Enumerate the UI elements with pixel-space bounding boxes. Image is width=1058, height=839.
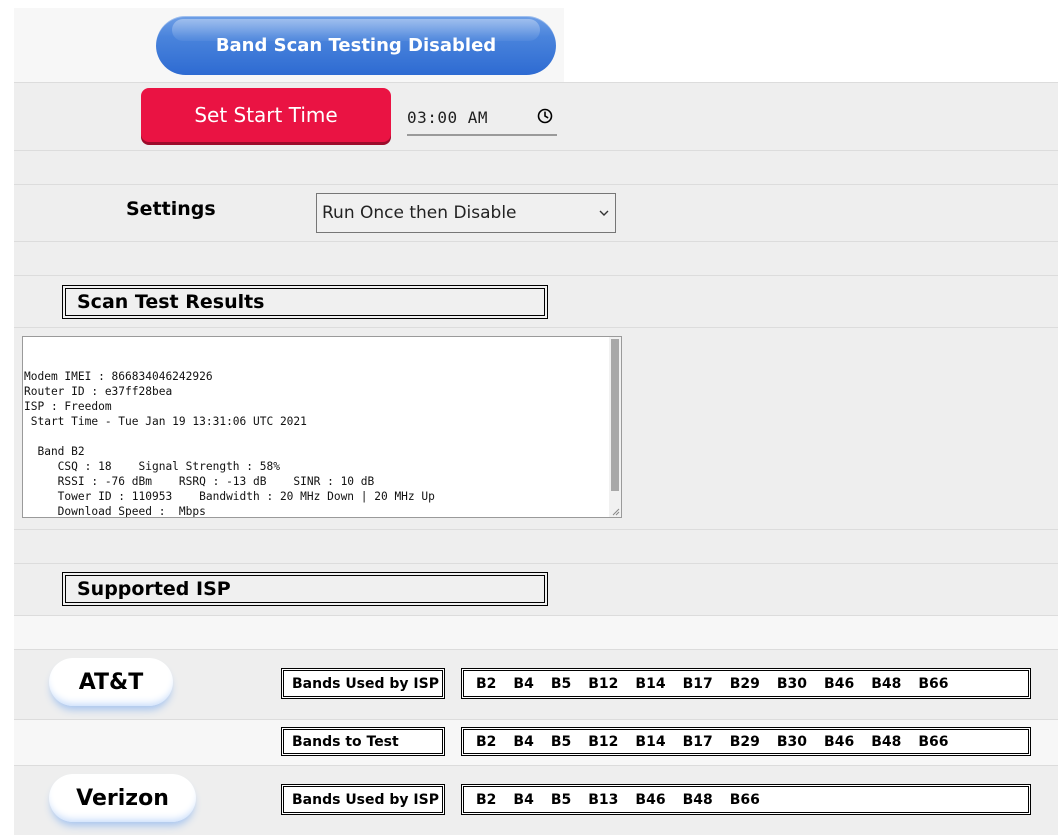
supported-isp-heading: Supported ISP (62, 572, 548, 606)
band-item: B46 (824, 675, 855, 692)
band-item: B2 (476, 675, 497, 692)
band-item: B4 (513, 733, 534, 750)
band-item: B12 (588, 675, 619, 692)
band-item: B17 (682, 675, 713, 692)
spacer-row (14, 241, 1058, 275)
band-item: B17 (682, 733, 713, 750)
band-item: B48 (871, 675, 902, 692)
isp-att-button[interactable]: AT&T (49, 658, 173, 706)
band-item: B14 (635, 675, 666, 692)
band-item: B13 (588, 791, 619, 808)
att-bands-to-test-list[interactable]: B2 B4 B5 B12 B14 B17 B29 B30 B46 B48 B66 (461, 727, 1031, 756)
set-start-time-button[interactable]: Set Start Time (141, 88, 391, 142)
verizon-bands-used-label: Bands Used by ISP (281, 784, 445, 815)
band-item: B4 (513, 675, 534, 692)
spacer-row (14, 150, 1058, 184)
results-scrollbar-thumb[interactable] (611, 339, 619, 491)
band-item: B29 (729, 675, 760, 692)
band-item: B30 (776, 675, 808, 692)
band-item: B2 (476, 791, 497, 808)
band-item: B66 (729, 791, 760, 808)
band-scan-toggle-label: Band Scan Testing Disabled (215, 35, 497, 56)
settings-label: Settings (126, 198, 216, 220)
settings-select[interactable]: Run Once then Disable (316, 193, 616, 233)
spacer-row (14, 529, 1058, 563)
start-time-input[interactable]: 03:00 AM (407, 100, 557, 136)
scan-results-textarea[interactable]: Modem IMEI : 866834046242926 Router ID :… (22, 336, 622, 518)
scan-results-heading: Scan Test Results (62, 285, 548, 319)
clock-icon[interactable] (537, 108, 553, 124)
att-bands-used-label: Bands Used by ISP (281, 668, 445, 699)
isp-verizon-button[interactable]: Verizon (49, 774, 196, 822)
band-item: B46 (824, 733, 855, 750)
resize-handle-icon[interactable] (611, 507, 620, 516)
band-item: B30 (776, 733, 808, 750)
att-bands-used-list: B2 B4 B5 B12 B14 B17 B29 B30 B46 B48 B66 (461, 668, 1031, 699)
settings-selected-value: Run Once then Disable (322, 203, 517, 223)
scan-results-text: Modem IMEI : 866834046242926 Router ID :… (24, 370, 435, 518)
band-item: B5 (550, 733, 572, 750)
band-item: B46 (635, 791, 666, 808)
start-time-value: 03:00 AM (407, 107, 489, 127)
chevron-down-icon (599, 210, 609, 216)
verizon-bands-used-list: B2 B4 B5 B13 B46 B48 B66 (461, 784, 1031, 815)
band-item: B12 (588, 733, 619, 750)
band-item: B66 (918, 675, 949, 692)
band-item: B29 (729, 733, 760, 750)
band-item: B66 (918, 733, 949, 750)
band-item: B14 (635, 733, 666, 750)
band-item: B2 (476, 733, 497, 750)
band-item: B48 (871, 733, 902, 750)
band-item: B5 (550, 675, 572, 692)
band-item: B4 (513, 791, 534, 808)
band-item: B5 (550, 791, 572, 808)
band-scan-toggle-button[interactable]: Band Scan Testing Disabled (156, 16, 556, 75)
att-bands-to-test-label: Bands to Test (281, 727, 445, 756)
spacer-row (14, 615, 1058, 649)
band-item: B48 (682, 791, 713, 808)
results-scrollbar[interactable] (609, 337, 621, 517)
